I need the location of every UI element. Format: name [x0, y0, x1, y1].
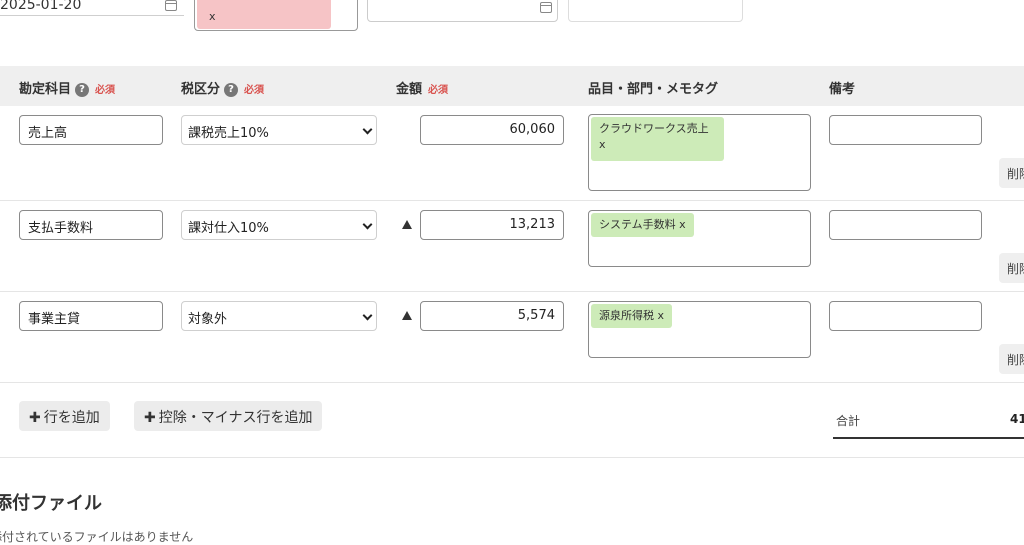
calendar-icon[interactable] [165, 0, 177, 11]
table-row: 売上高 課税売上10% 60,060 クラウドワークス売上 x 削除 [0, 106, 1024, 201]
total-divider [833, 437, 1024, 439]
tag-chip-label: クラウドワークス売上 [599, 122, 709, 135]
add-minus-row-button[interactable]: ✚ 控除・マイナス行を追加 [134, 401, 323, 431]
table-row: 支払手数料 課対仕入10% 13,213 システム手数料 x 削除 [0, 201, 1024, 292]
header-account-label: 勘定科目 [19, 82, 72, 97]
attachments-empty-text: 添付されているファイルはありません [0, 530, 194, 544]
tag-chip-label: 源泉所得税 [599, 309, 654, 322]
header-amount: 金額 必須 [396, 78, 448, 97]
account-input[interactable]: 支払手数料 [19, 210, 163, 240]
add-minus-row-label: 控除・マイナス行を追加 [158, 410, 313, 426]
triangle-up-icon [402, 220, 412, 229]
header-tags: 品目・部門・メモタグ [588, 82, 719, 97]
top-field-3[interactable] [367, 0, 558, 22]
attachments-title: 添付ファイル [0, 493, 102, 514]
tag-input[interactable]: 源泉所得税 x [588, 301, 811, 358]
delete-row-button[interactable]: 削除 [999, 158, 1024, 188]
partner-tag-remove-button[interactable]: x [209, 10, 216, 23]
account-input[interactable]: 事業主貸 [19, 301, 163, 331]
tax-select-value: 課対仕入10% [188, 221, 269, 236]
tag-chip-remove-button[interactable]: x [679, 218, 686, 231]
chevron-down-icon [362, 310, 373, 321]
add-row-label: 行を追加 [43, 410, 100, 426]
delete-row-button[interactable]: 削除 [999, 344, 1024, 374]
chevron-down-icon [362, 124, 373, 135]
tag-input[interactable]: システム手数料 x [588, 210, 811, 267]
tax-select[interactable]: 対象外 [181, 301, 377, 331]
account-input[interactable]: 売上高 [19, 115, 163, 145]
amount-input[interactable]: 13,213 [420, 210, 564, 240]
note-input[interactable] [829, 301, 982, 331]
tax-select[interactable]: 課税売上10% [181, 115, 377, 145]
calendar-icon[interactable] [540, 2, 552, 13]
plus-icon: ✚ [29, 410, 41, 426]
partner-field[interactable]: x [194, 0, 358, 31]
date-value: 2025-01-20 [0, 0, 82, 13]
amount-input[interactable]: 60,060 [420, 115, 564, 145]
tag-input[interactable]: クラウドワークス売上 x [588, 114, 811, 191]
table-row: 事業主貸 対象外 5,574 源泉所得税 x 削除 [0, 292, 1024, 383]
required-badge: 必須 [244, 85, 265, 96]
header-tax-label: 税区分 [181, 82, 221, 97]
note-input[interactable] [829, 115, 982, 145]
amount-input[interactable]: 5,574 [420, 301, 564, 331]
header-tax: 税区分? 必須 [181, 78, 264, 97]
required-badge: 必須 [428, 85, 449, 96]
tax-select[interactable]: 課対仕入10% [181, 210, 377, 240]
add-row-button[interactable]: ✚ 行を追加 [19, 401, 110, 431]
tag-chip-remove-button[interactable]: x [658, 309, 665, 322]
required-badge: 必須 [95, 85, 116, 96]
plus-icon: ✚ [144, 410, 156, 426]
tag-chip: クラウドワークス売上 x [591, 117, 724, 161]
tag-chip: システム手数料 x [591, 213, 694, 237]
chevron-down-icon [362, 219, 373, 230]
triangle-up-icon [402, 311, 412, 320]
tag-chip-label: システム手数料 [599, 218, 676, 231]
section-divider [0, 457, 1024, 458]
table-header: 勘定科目? 必須 税区分? 必須 金額 必須 品目・部門・メモタグ 備考 [0, 66, 1024, 106]
total-label: 合計 [836, 414, 861, 428]
help-icon[interactable]: ? [75, 83, 90, 97]
tax-select-value: 対象外 [188, 312, 228, 327]
tag-chip: 源泉所得税 x [591, 304, 673, 328]
note-input[interactable] [829, 210, 982, 240]
help-icon[interactable]: ? [224, 83, 239, 97]
total-value: 41 [1010, 412, 1024, 426]
header-amount-label: 金額 [396, 82, 423, 97]
header-account: 勘定科目? 必須 [19, 78, 115, 97]
partner-tag: x [197, 0, 331, 29]
delete-row-button[interactable]: 削除 [999, 253, 1024, 283]
tax-select-value: 課税売上10% [188, 126, 269, 141]
header-note: 備考 [829, 82, 856, 97]
top-field-4[interactable] [568, 0, 743, 22]
tag-chip-remove-button[interactable]: x [599, 138, 606, 151]
date-field[interactable]: 2025-01-20 [0, 0, 184, 16]
